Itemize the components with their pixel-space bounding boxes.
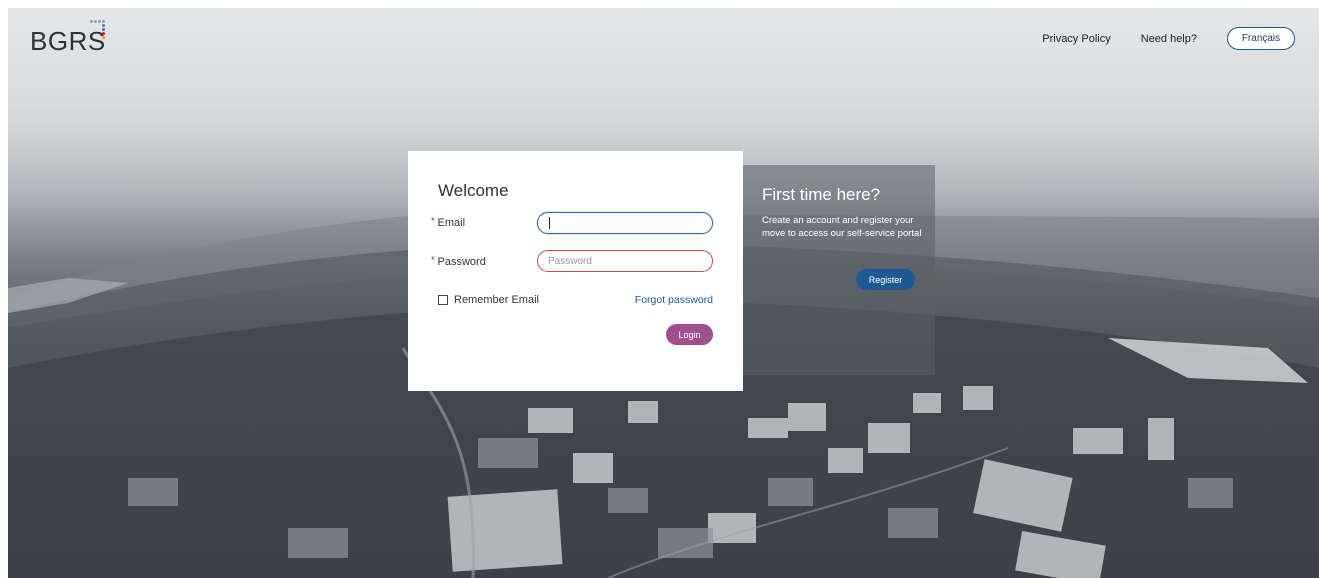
register-panel-text: Create an account and register your move… (762, 215, 922, 239)
login-card: Welcome * Email * Password Remember Email … (408, 151, 743, 391)
checkbox-icon[interactable] (438, 295, 448, 305)
logo-dots-icon (90, 20, 108, 42)
password-label-text: Password (437, 256, 486, 268)
email-label-text: Email (437, 217, 466, 229)
privacy-policy-link[interactable]: Privacy Policy (1042, 33, 1110, 45)
language-toggle-button[interactable]: Français (1227, 27, 1295, 50)
text-cursor (549, 217, 550, 229)
login-title: Welcome (438, 181, 509, 200)
password-field[interactable] (537, 250, 713, 272)
register-button[interactable]: Register (856, 269, 915, 290)
email-label: * Email (431, 216, 465, 229)
register-panel: First time here? Create an account and r… (743, 165, 935, 375)
register-panel-title: First time here? (762, 185, 881, 204)
email-field[interactable] (537, 212, 713, 234)
login-button[interactable]: Login (666, 324, 713, 345)
top-nav: Privacy Policy Need help? Français (1042, 27, 1295, 50)
required-marker: * (431, 216, 435, 226)
remember-email-label: Remember Email (454, 294, 539, 306)
required-marker: * (431, 255, 435, 265)
password-label: * Password (431, 255, 486, 268)
remember-email[interactable]: Remember Email (438, 294, 539, 306)
forgot-password-link[interactable]: Forgot password (635, 294, 713, 306)
need-help-link[interactable]: Need help? (1141, 33, 1197, 45)
